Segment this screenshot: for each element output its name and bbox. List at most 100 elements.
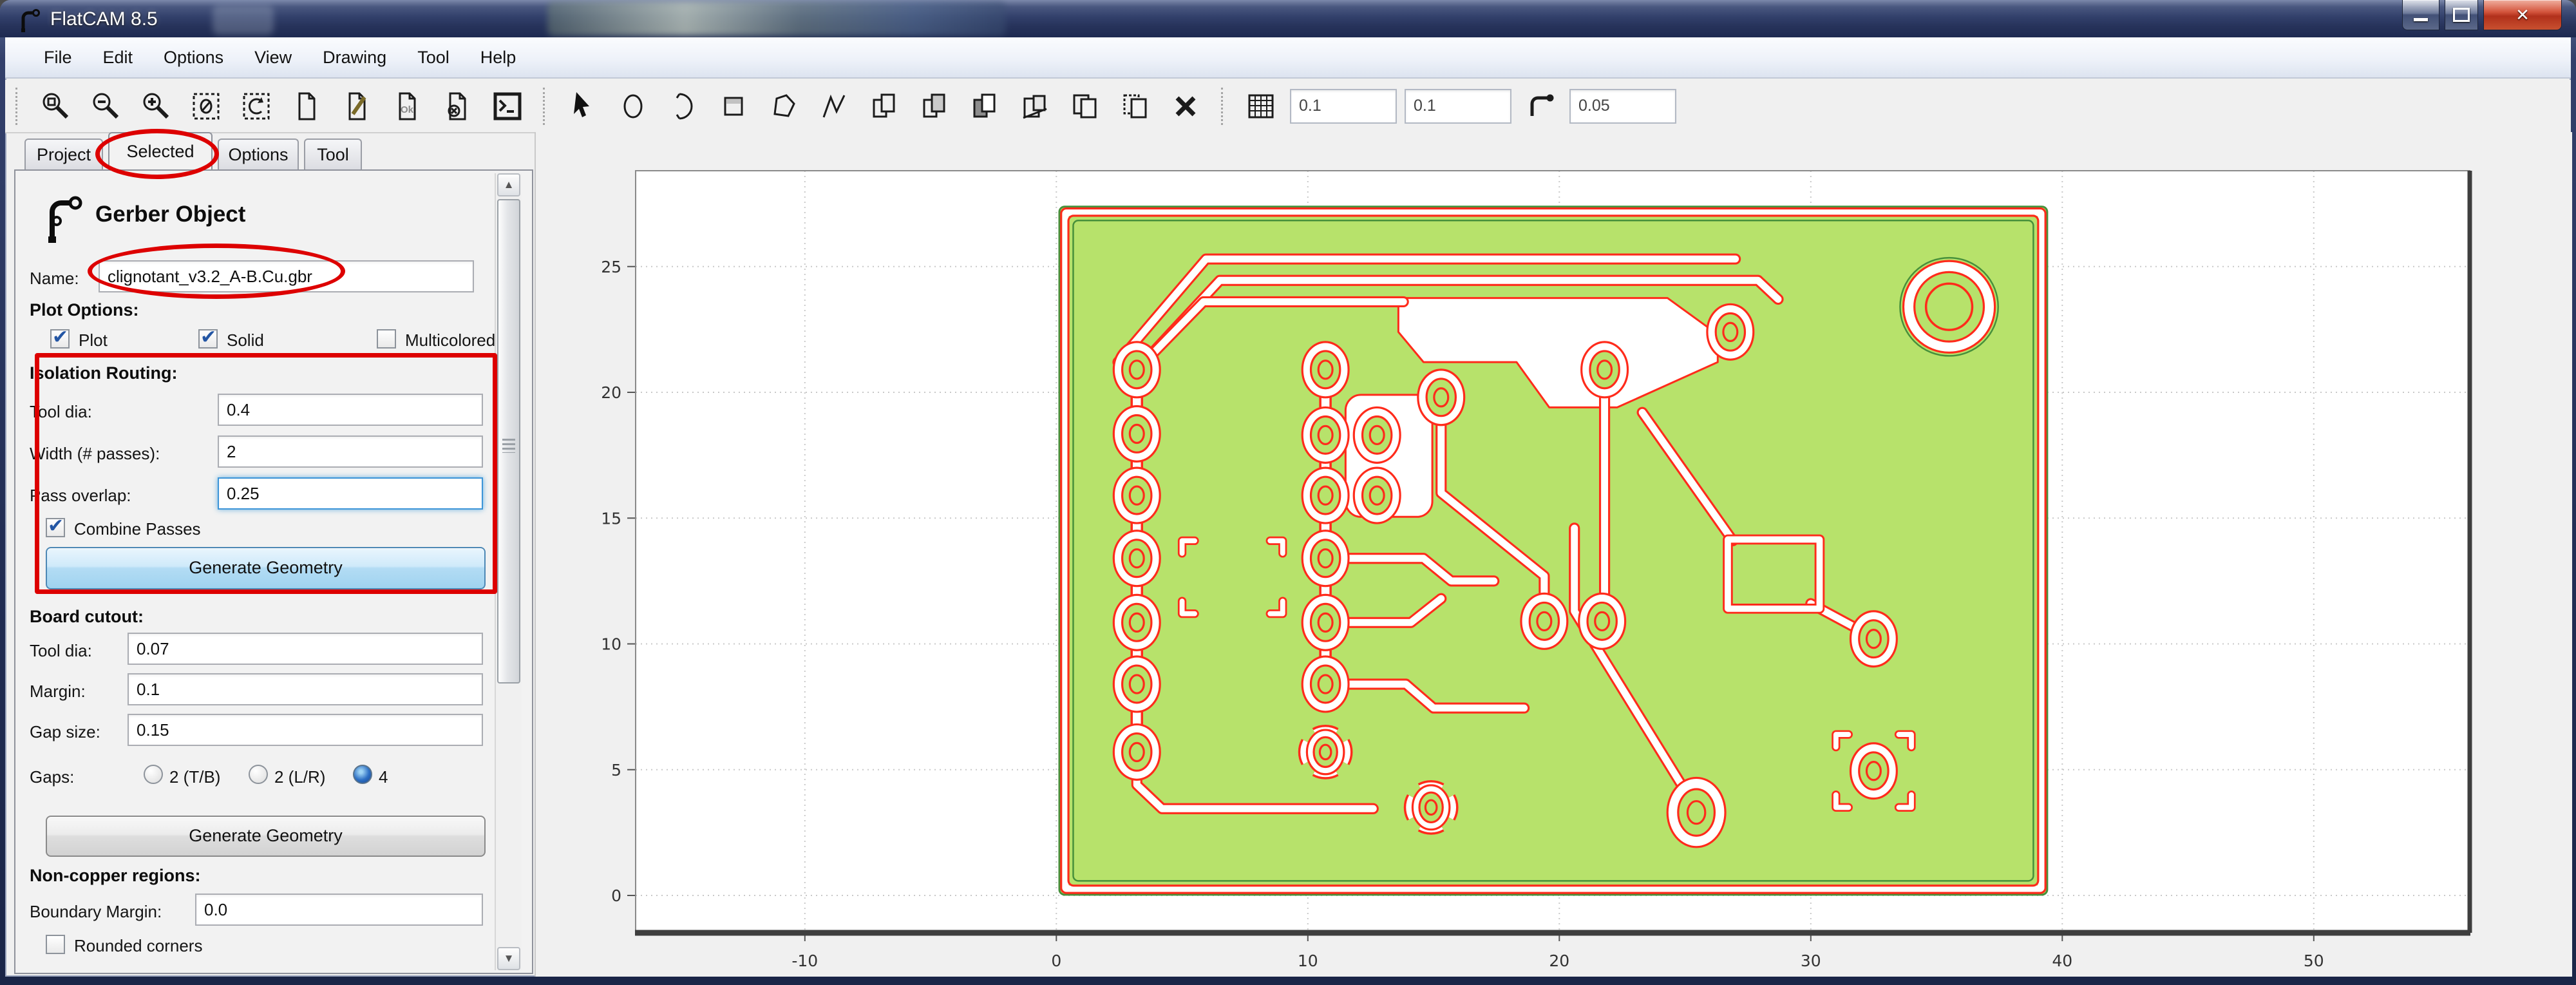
intersection-icon xyxy=(918,90,951,123)
board-cutout-heading: Board cutout: xyxy=(30,607,144,627)
toolbar: Ok xyxy=(5,80,2571,133)
shell-icon xyxy=(491,90,524,123)
non-copper-heading: Non-copper regions: xyxy=(30,866,201,886)
plot-checkbox-label: Plot xyxy=(79,330,108,350)
draw-circle-icon xyxy=(616,90,650,123)
boundary-margin-input[interactable] xyxy=(195,894,483,926)
cutout-gap-size-input[interactable] xyxy=(128,714,483,746)
menu-item-edit[interactable]: Edit xyxy=(88,39,149,76)
solid-checkbox[interactable] xyxy=(198,329,218,349)
gaps-2tb-radio[interactable] xyxy=(144,765,163,784)
x-tick-label: 0 xyxy=(1051,952,1061,970)
tab-tool[interactable]: Tool xyxy=(304,139,362,169)
plot-checkbox[interactable] xyxy=(50,329,70,349)
annotation-ellipse-selected-tab xyxy=(95,129,219,179)
rounded-corners-label: Rounded corners xyxy=(74,936,202,956)
toolbar-separator xyxy=(15,88,24,125)
maximize-button[interactable] xyxy=(2445,0,2478,30)
gaps-2lr-radio[interactable] xyxy=(249,765,268,784)
multicolored-checkbox-label: Multicolored xyxy=(405,330,495,350)
new-geometry-icon xyxy=(290,90,323,123)
snap-max-input[interactable] xyxy=(1569,89,1676,124)
annotation-rect-isolation-routing xyxy=(35,353,497,594)
x-tick-label: 40 xyxy=(2052,952,2072,970)
new-geometry-button[interactable] xyxy=(288,88,325,125)
scroll-down-button[interactable]: ▼ xyxy=(497,947,520,970)
aero-glass-reflection xyxy=(547,1,1006,36)
draw-circle-button[interactable] xyxy=(614,88,652,125)
close-button[interactable]: ✕ xyxy=(2483,0,2562,30)
x-tick-label: 50 xyxy=(2304,952,2324,970)
replot-button[interactable] xyxy=(238,88,275,125)
delete-shape-button[interactable] xyxy=(1167,88,1204,125)
draw-path-button[interactable] xyxy=(815,88,853,125)
draw-arc-button[interactable] xyxy=(665,88,702,125)
plot-canvas[interactable]: -10010203040500510152025 xyxy=(535,132,2572,977)
menu-item-help[interactable]: Help xyxy=(465,39,532,76)
window-title: FlatCAM 8.5 xyxy=(50,8,158,30)
y-tick-label: 10 xyxy=(601,635,621,654)
draw-polygon-button[interactable] xyxy=(765,88,802,125)
grid-y-input[interactable] xyxy=(1405,89,1511,124)
svg-text:Ok: Ok xyxy=(401,104,414,115)
grid-icon xyxy=(1244,90,1278,123)
pcb-gerber-render xyxy=(1059,207,2047,895)
draw-rectangle-icon xyxy=(717,90,750,123)
cutout-tool-dia-input[interactable] xyxy=(128,633,483,665)
rounded-corners-checkbox[interactable] xyxy=(46,935,65,954)
cutout-margin-input[interactable] xyxy=(128,673,483,705)
zoom-in-button[interactable] xyxy=(137,88,175,125)
y-tick-label: 0 xyxy=(611,886,621,905)
union-icon xyxy=(867,90,901,123)
union-button[interactable] xyxy=(866,88,903,125)
zoom-fit-button[interactable] xyxy=(37,88,74,125)
cutout-tool-dia-label: Tool dia: xyxy=(30,641,92,661)
clear-plot-button[interactable] xyxy=(187,88,225,125)
cancel-edit-icon xyxy=(440,90,474,123)
cutout-gap-size-label: Gap size: xyxy=(30,722,100,742)
pcb-mount-hole-ring xyxy=(1900,258,1998,356)
scroll-up-button[interactable]: ▲ xyxy=(497,173,520,196)
panel-scrollbar[interactable]: ▲ ▼ xyxy=(495,173,522,970)
copy-objects-button[interactable] xyxy=(1066,88,1104,125)
x-tick-label: 20 xyxy=(1549,952,1569,970)
select-tool-icon xyxy=(566,90,600,123)
select-tool-button[interactable] xyxy=(564,88,601,125)
tab-options[interactable]: Options xyxy=(218,139,299,169)
subtract-button[interactable] xyxy=(966,88,1003,125)
minimize-button[interactable] xyxy=(2402,0,2439,30)
title-bar[interactable]: FlatCAM 8.5 ✕ xyxy=(0,0,2576,37)
shell-button[interactable] xyxy=(489,88,526,125)
intersection-button[interactable] xyxy=(916,88,953,125)
minimize-icon xyxy=(2414,18,2428,21)
tab-project[interactable]: Project xyxy=(24,139,103,169)
delete-shape-icon xyxy=(1169,90,1202,123)
menu-item-drawing[interactable]: Drawing xyxy=(307,39,402,76)
menu-item-view[interactable]: View xyxy=(239,39,307,76)
edit-geometry-button[interactable] xyxy=(338,88,375,125)
cutout-generate-geometry-button[interactable]: Generate Geometry xyxy=(46,816,486,857)
solid-checkbox-label: Solid xyxy=(227,330,264,350)
gaps-4-radio[interactable] xyxy=(353,765,372,784)
menu-item-tool[interactable]: Tool xyxy=(402,39,465,76)
copy-geometry-button[interactable] xyxy=(1117,88,1154,125)
draw-path-icon xyxy=(817,90,851,123)
grid-toggle[interactable] xyxy=(1242,88,1280,125)
tab-bar: ProjectSelectedOptionsTool xyxy=(14,132,533,169)
toolbar-separator xyxy=(1221,88,1229,125)
cut-path-button[interactable] xyxy=(1016,88,1054,125)
draw-rectangle-button[interactable] xyxy=(715,88,752,125)
copy-geometry-icon xyxy=(1119,90,1152,123)
scroll-thumb[interactable] xyxy=(497,199,520,684)
snap-toggle[interactable] xyxy=(1522,88,1559,125)
update-geometry-ok-button[interactable]: Ok xyxy=(388,88,426,125)
gerber-object-icon xyxy=(41,193,86,244)
zoom-out-button[interactable] xyxy=(87,88,124,125)
y-tick-label: 25 xyxy=(601,258,621,276)
cancel-edit-button[interactable] xyxy=(439,88,476,125)
snap-icon xyxy=(1524,90,1557,123)
menu-item-file[interactable]: File xyxy=(28,39,88,76)
multicolored-checkbox[interactable] xyxy=(377,329,396,349)
grid-x-input[interactable] xyxy=(1290,89,1397,124)
menu-item-options[interactable]: Options xyxy=(148,39,239,76)
